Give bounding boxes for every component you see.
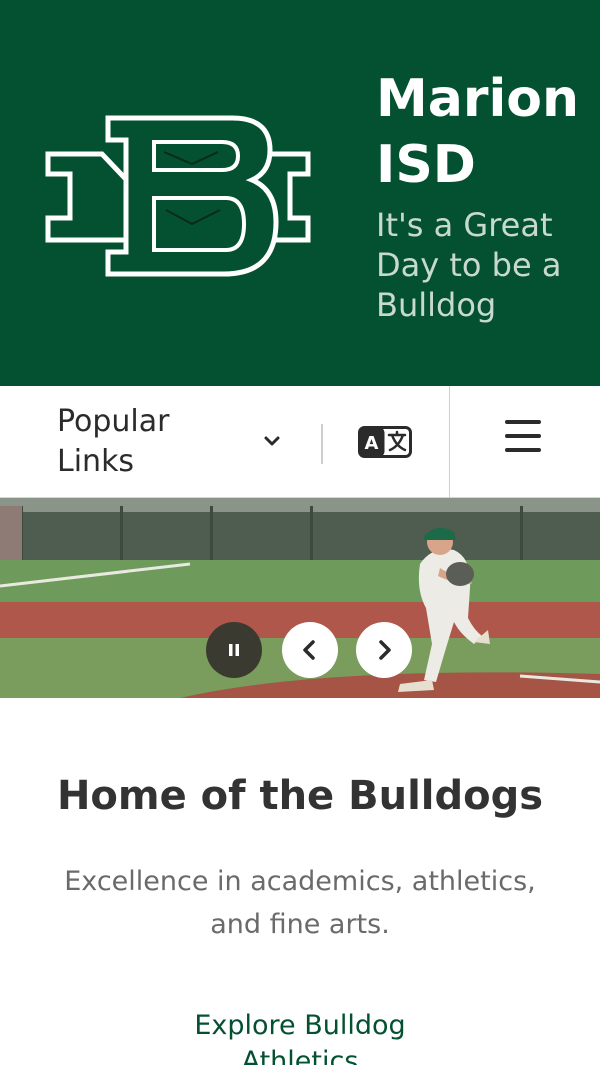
site-header: Marion ISD It's a Great Day to be a Bull… [0, 0, 600, 386]
site-tagline: It's a Great Day to be a Bulldog [376, 206, 562, 324]
popular-links-label: Popular Links [57, 404, 170, 479]
svg-text:A: A [365, 433, 379, 454]
page-headline: Home of the Bulldogs [56, 773, 544, 819]
hero-slideshow [0, 498, 600, 698]
site-title[interactable]: Marion ISD [376, 66, 596, 198]
nav-divider [321, 424, 323, 464]
page-subheadline: Excellence in academics, athletics, and … [64, 866, 536, 940]
chevron-right-icon [379, 640, 391, 660]
pause-icon [229, 644, 239, 656]
chevron-down-icon [264, 436, 280, 446]
next-slide-button[interactable] [356, 622, 412, 678]
chevron-left-icon [303, 640, 315, 660]
translate-icon[interactable]: A [358, 426, 412, 458]
pause-button[interactable] [206, 622, 262, 678]
explore-athletics-link[interactable]: Explore Bulldog Athletics [150, 1008, 450, 1065]
mb-monogram-logo[interactable] [42, 112, 314, 280]
nav-divider [449, 386, 450, 498]
hamburger-menu-icon[interactable] [505, 420, 545, 460]
previous-slide-button[interactable] [282, 622, 338, 678]
main-content: Home of the Bulldogs Excellence in acade… [0, 698, 600, 1065]
top-navbar: Popular Links A [0, 386, 600, 498]
popular-links-dropdown[interactable]: Popular Links [57, 404, 297, 480]
